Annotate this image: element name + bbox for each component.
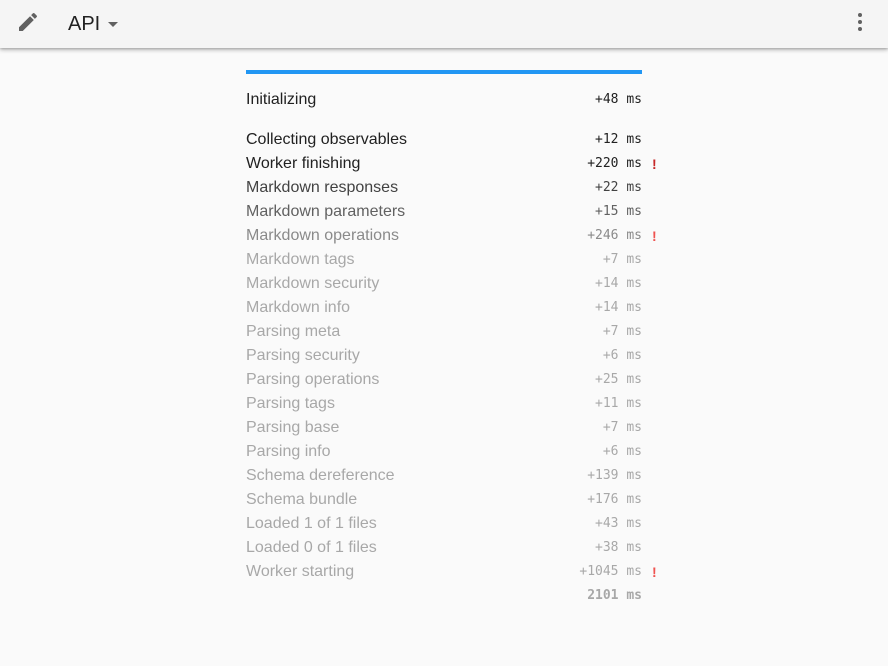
step-label: Worker starting [246, 563, 355, 580]
pencil-icon [16, 10, 40, 39]
steps-list: Collecting observables +12 ms Worker finis… [246, 128, 657, 584]
step-row: Schema dereference +139 ms [246, 464, 642, 488]
step-time: +48 ms [595, 92, 642, 107]
step-label: Schema dereference [246, 467, 395, 484]
step-row: Parsing info +6 ms [246, 440, 642, 464]
step-time: +6 ms [602, 444, 642, 459]
step-row: Loaded 0 of 1 files +38 ms [246, 536, 642, 560]
step-label: Parsing operations [246, 371, 380, 388]
page-title: API [68, 13, 101, 35]
step-row: Worker finishing +220 ms! [246, 152, 657, 176]
slow-step-warning: ! [652, 564, 657, 580]
step-label: Parsing meta [246, 323, 341, 340]
edit-button[interactable] [12, 8, 44, 40]
step-label: Worker finishing [246, 155, 361, 172]
step-row: Schema bundle +176 ms [246, 488, 642, 512]
step-label: Parsing security [246, 347, 360, 364]
step-time: +7 ms [602, 324, 642, 339]
step-time: +14 ms [595, 276, 642, 291]
step-row: Markdown parameters +15 ms [246, 200, 642, 224]
step-row: Parsing tags +11 ms [246, 392, 642, 416]
step-time: +246 ms [587, 228, 642, 243]
step-time: +139 ms [587, 468, 642, 483]
step-time: +11 ms [595, 396, 642, 411]
step-time: +12 ms [595, 132, 642, 147]
step-label: Markdown info [246, 299, 351, 316]
step-label: Markdown security [246, 275, 380, 292]
step-time: +43 ms [595, 516, 642, 531]
step-label: Loaded 0 of 1 files [246, 539, 377, 556]
step-time: +22 ms [595, 180, 642, 195]
step-row: Parsing base +7 ms [246, 416, 642, 440]
chevron-down-icon [108, 22, 119, 27]
step-row: Worker starting +1045 ms! [246, 560, 657, 584]
progress-bar [246, 70, 642, 74]
step-time: +7 ms [602, 252, 642, 267]
step-label: Markdown tags [246, 251, 355, 268]
step-time: +1045 ms [579, 564, 642, 579]
slow-step-warning: ! [652, 228, 657, 244]
step-time: +176 ms [587, 492, 642, 507]
step-row: Parsing operations +25 ms [246, 368, 642, 392]
top-toolbar: API [0, 0, 888, 48]
api-select[interactable]: API [68, 11, 119, 37]
step-label: Collecting observables [246, 131, 407, 148]
step-row: Markdown tags +7 ms [246, 248, 642, 272]
step-row: Markdown info +14 ms [246, 296, 642, 320]
step-label: Markdown parameters [246, 203, 406, 220]
step-time: +7 ms [602, 420, 642, 435]
step-time: +220 ms [587, 156, 642, 171]
step-time: +25 ms [595, 372, 642, 387]
step-label: Loaded 1 of 1 files [246, 515, 377, 532]
step-time: +15 ms [595, 204, 642, 219]
step-label: Markdown operations [246, 227, 399, 244]
total-time: 2101 ms [587, 588, 642, 603]
step-row: Markdown security +14 ms [246, 272, 642, 296]
step-label: Parsing info [246, 443, 331, 460]
more-options-button[interactable] [844, 8, 876, 40]
initializing-row: Initializing +48 ms [246, 88, 642, 112]
step-row: Markdown responses +22 ms [246, 176, 642, 200]
loading-timeline: Initializing +48 ms Collecting observabl… [246, 70, 657, 608]
step-time: +6 ms [602, 348, 642, 363]
step-label: Parsing base [246, 419, 340, 436]
step-row: Markdown operations +246 ms! [246, 224, 657, 248]
step-row: Loaded 1 of 1 files +43 ms [246, 512, 642, 536]
step-label: Initializing [246, 91, 317, 108]
progress-fill [246, 70, 642, 74]
step-label: Parsing tags [246, 395, 335, 412]
step-row: Parsing security +6 ms [246, 344, 642, 368]
step-label: Schema bundle [246, 491, 358, 508]
step-row: Collecting observables +12 ms [246, 128, 642, 152]
step-time: +14 ms [595, 300, 642, 315]
more-vert-icon [848, 10, 872, 39]
step-row: Parsing meta +7 ms [246, 320, 642, 344]
step-label: Markdown responses [246, 179, 399, 196]
step-time: +38 ms [595, 540, 642, 555]
slow-step-warning: ! [652, 156, 657, 172]
